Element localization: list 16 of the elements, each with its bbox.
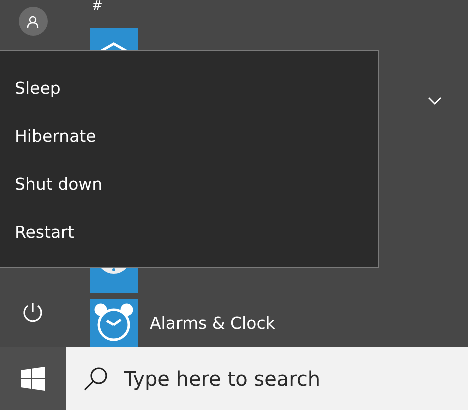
menu-item[interactable]: Shut down <box>0 160 378 208</box>
app-item[interactable]: Alarms & Clock <box>90 299 468 347</box>
menu-item[interactable]: Restart <box>0 208 378 256</box>
app-name: Alarms & Clock <box>150 314 276 332</box>
user-avatar[interactable] <box>18 7 48 36</box>
user-icon <box>27 16 39 28</box>
search-icon <box>84 366 108 390</box>
group-header: # <box>92 0 103 13</box>
power-icon <box>22 302 44 324</box>
chevron-down-icon[interactable] <box>428 97 442 105</box>
search-field[interactable]: Type here to search <box>122 366 426 392</box>
menu-item[interactable]: Sleep <box>0 64 378 112</box>
menu-item[interactable]: Hibernate <box>0 112 378 160</box>
windows-logo-icon <box>21 366 45 390</box>
start-button[interactable] <box>0 347 66 410</box>
search-bar[interactable]: Type here to search <box>66 347 468 410</box>
